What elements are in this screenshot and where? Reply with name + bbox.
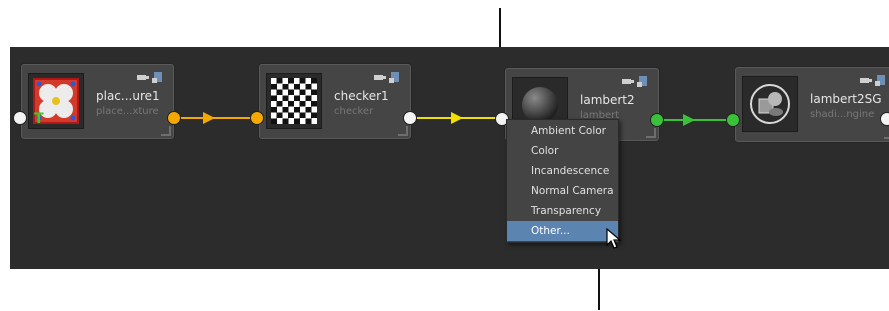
node-header-icons[interactable]: [858, 74, 888, 88]
node-title: lambert2SG: [810, 92, 882, 106]
node-swatch: T: [28, 73, 84, 129]
checker-output-port[interactable]: [403, 111, 417, 125]
node-resize-grip[interactable]: [398, 126, 408, 136]
node-title: lambert2: [580, 93, 635, 107]
checker-input-port[interactable]: [250, 111, 264, 125]
node-title: checker1: [334, 89, 389, 103]
node-resize-grip[interactable]: [646, 128, 656, 138]
checker-texture-icon: [271, 78, 317, 124]
menu-item-ambient-color[interactable]: Ambient Color: [507, 121, 618, 141]
node-shading-group[interactable]: lambert2SG shadi...ngine: [735, 67, 889, 142]
menu-item-incandescence[interactable]: Incandescence: [507, 161, 618, 181]
shading-group-input-port[interactable]: [726, 113, 740, 127]
place2d-texture-icon: T: [33, 78, 79, 124]
node-subtitle: checker: [334, 106, 374, 117]
node-subtitle: place...xture: [96, 106, 159, 117]
connection-arrow-icon: [451, 112, 463, 124]
node-checker[interactable]: checker1 checker: [259, 64, 411, 139]
node-swatch: [742, 76, 798, 132]
connection-arrow-icon: [203, 112, 215, 124]
node-header-icons[interactable]: [372, 71, 402, 85]
connection-context-menu: Ambient Color Color Incandescence Normal…: [506, 119, 619, 243]
node-resize-grip[interactable]: [161, 126, 171, 136]
svg-text:T: T: [34, 111, 44, 124]
menu-item-color[interactable]: Color: [507, 141, 618, 161]
place2dtexture-input-port[interactable]: [13, 111, 27, 125]
menu-item-other[interactable]: Other...: [507, 221, 618, 241]
node-resize-grip[interactable]: [884, 129, 889, 139]
node-swatch: [266, 73, 322, 129]
node-header-icons[interactable]: [620, 75, 650, 89]
shading-group-output-port[interactable]: [880, 112, 889, 126]
node-place2dtexture[interactable]: T plac...ure1 place...xture: [21, 64, 174, 139]
node-subtitle: shadi...ngine: [810, 109, 875, 120]
place2dtexture-output-port[interactable]: [167, 111, 181, 125]
menu-item-transparency[interactable]: Transparency: [507, 201, 618, 221]
connection-arrow-icon: [683, 114, 695, 126]
node-title: plac...ure1: [96, 89, 160, 103]
node-header-icons[interactable]: [135, 71, 165, 85]
lambert-output-port[interactable]: [650, 113, 664, 127]
mouse-pointer-icon: [606, 228, 622, 249]
shading-group-icon: [747, 81, 793, 127]
menu-item-normal-camera[interactable]: Normal Camera: [507, 181, 618, 201]
node-editor-canvas[interactable]: T plac...ure1 place...xture checker1 che…: [10, 47, 889, 269]
